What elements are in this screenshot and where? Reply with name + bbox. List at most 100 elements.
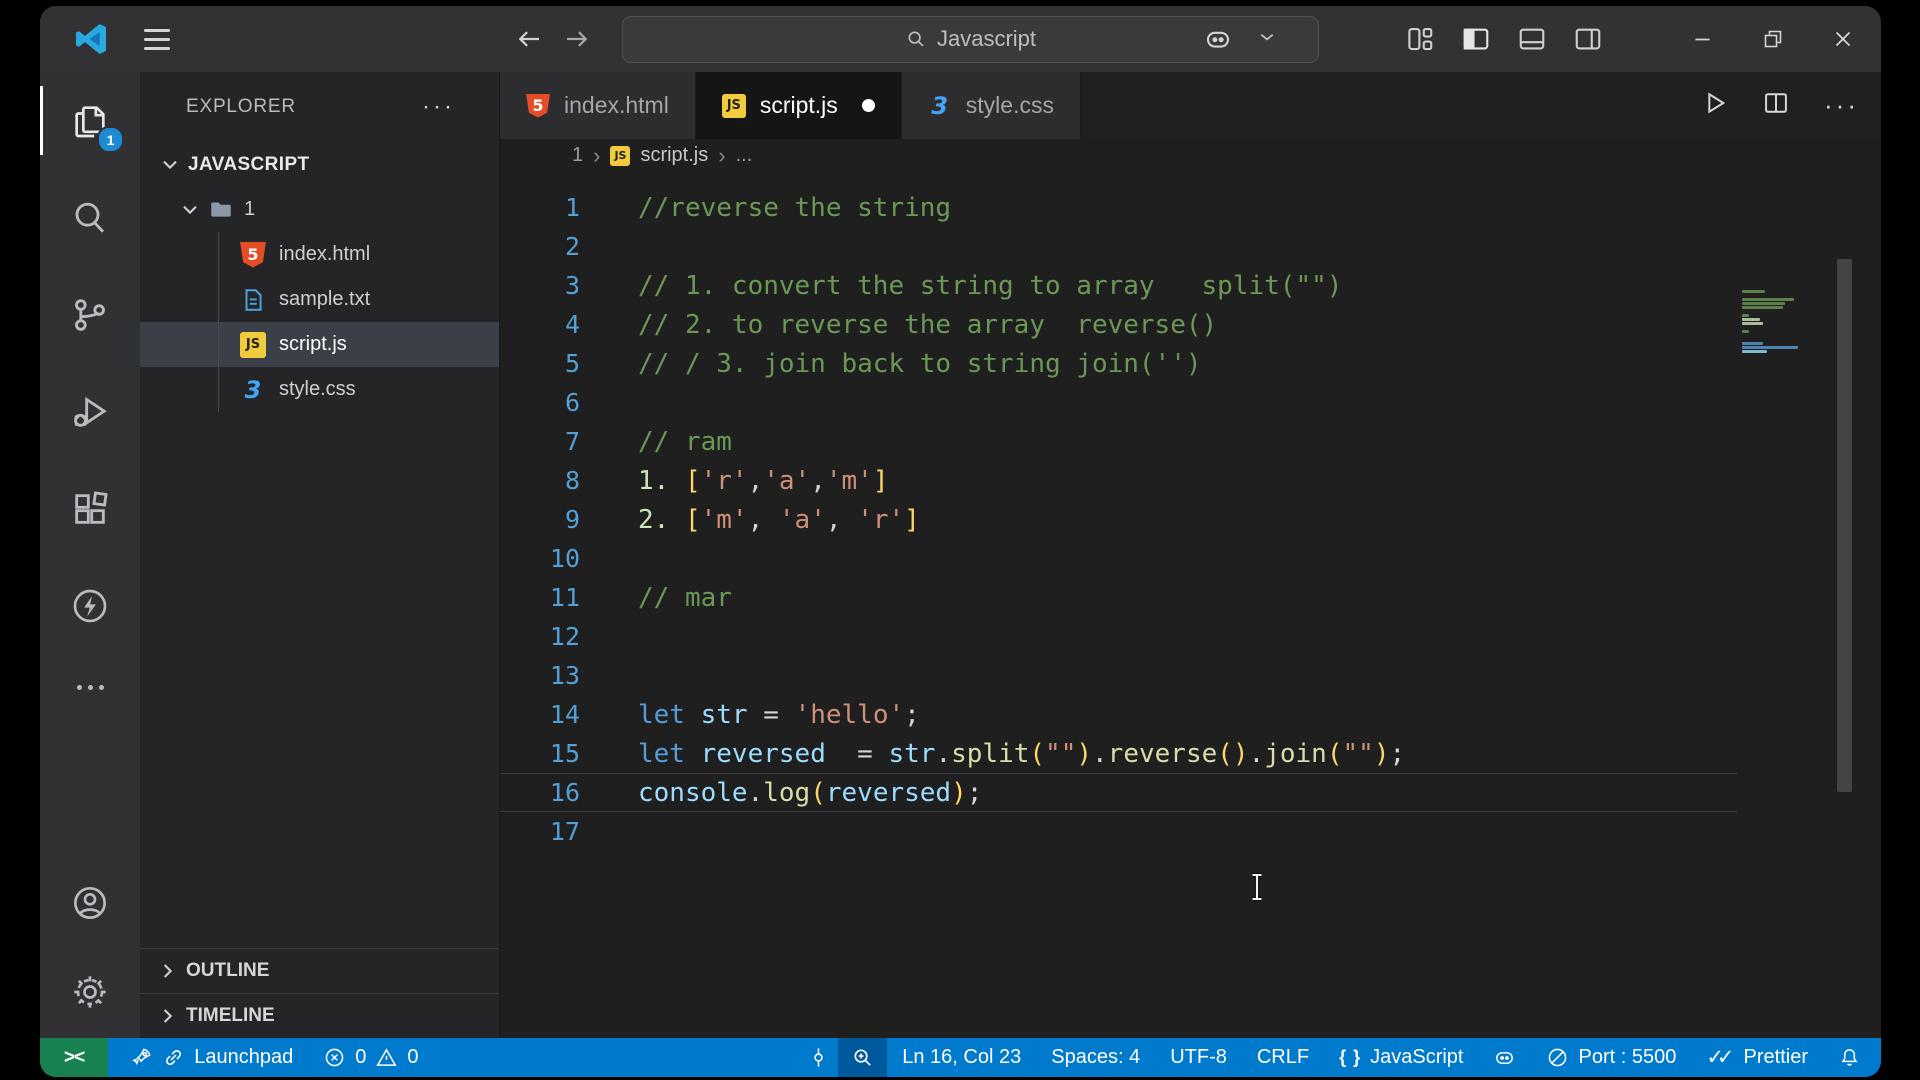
account-icon[interactable] (40, 860, 140, 946)
editor-scrollbar[interactable] (1837, 259, 1852, 792)
title-bar: Javascript (40, 6, 1881, 72)
breadcrumb-separator: › (593, 142, 601, 168)
search-icon (908, 31, 924, 47)
sidebar-more-icon[interactable]: ··· (422, 95, 455, 119)
code-line-9[interactable]: 9 2. ['m', 'a', 'r'] (500, 500, 1737, 539)
tab-script.js[interactable]: JS script.js (695, 72, 902, 139)
code-line-17[interactable]: 17 (500, 812, 1737, 851)
indent-guide (218, 232, 219, 412)
minimap[interactable] (1742, 290, 1840, 366)
code-text: console.log(reversed); (638, 777, 983, 808)
toggle-sidebar-left-icon[interactable] (1461, 24, 1491, 54)
live-server-port[interactable]: Port : 5500 (1531, 1038, 1691, 1077)
workspace-section[interactable]: JAVASCRIPT (140, 142, 499, 187)
source-control-icon[interactable] (40, 266, 140, 363)
code-line-6[interactable]: 6 (500, 383, 1737, 422)
restore-button[interactable] (1751, 17, 1795, 61)
prettier-status[interactable]: ✓✓ Prettier (1691, 1038, 1823, 1077)
line-number: 4 (564, 310, 580, 339)
code-text: // / 3. join back to string join('') (638, 348, 1202, 379)
code-line-16[interactable]: 16 console.log(reversed); (500, 773, 1737, 812)
file-sample.txt[interactable]: sample.txt (140, 277, 499, 322)
code-line-5[interactable]: 5 // / 3. join back to string join('') (500, 344, 1737, 383)
launchpad-item[interactable]: Launchpad (108, 1038, 308, 1077)
breadcrumb-tail[interactable]: ... (736, 144, 753, 167)
code-line-4[interactable]: 4 // 2. to reverse the array reverse() (500, 305, 1737, 344)
txt-icon (245, 288, 262, 311)
code-line-13[interactable]: 13 (500, 656, 1737, 695)
cursor-position[interactable]: Ln 16, Col 23 (887, 1038, 1036, 1077)
tab-label: style.css (965, 92, 1054, 118)
commit-indicator-icon[interactable] (792, 1038, 838, 1077)
code-line-7[interactable]: 7 // ram (500, 422, 1737, 461)
code-editor[interactable]: 1 //reverse the string 2 3 // 1. convert the… (500, 172, 1881, 1038)
indentation[interactable]: Spaces: 4 (1036, 1038, 1155, 1077)
copilot-icon[interactable] (1203, 24, 1233, 54)
code-line-11[interactable]: 11 // mar (500, 578, 1737, 617)
toggle-sidebar-right-icon[interactable] (1573, 24, 1603, 54)
forward-icon[interactable] (560, 22, 594, 56)
toggle-panel-icon[interactable] (1517, 24, 1547, 54)
extensions-icon[interactable] (40, 460, 140, 557)
code-line-3[interactable]: 3 // 1. convert the string to array split… (500, 266, 1737, 305)
run-button[interactable] (1700, 89, 1728, 122)
file-style.css[interactable]: 3 style.css (140, 367, 499, 412)
tab-label: script.js (759, 92, 838, 118)
zoom-in-icon (854, 1049, 871, 1066)
split-editor-icon[interactable] (1762, 89, 1790, 122)
customize-layout-icon[interactable] (1405, 24, 1435, 54)
more-actions-icon[interactable] (40, 654, 140, 720)
code-line-8[interactable]: 8 1. ['r','a','m'] (500, 461, 1737, 500)
line-number: 14 (549, 700, 580, 729)
timeline-panel[interactable]: TIMELINE (140, 993, 499, 1038)
settings-gear-icon[interactable] (40, 946, 140, 1038)
code-line-10[interactable]: 10 (500, 539, 1737, 578)
language-mode[interactable]: { } JavaScript (1324, 1038, 1478, 1077)
line-number: 17 (549, 817, 580, 846)
code-line-2[interactable]: 2 (500, 227, 1737, 266)
search-panel-icon[interactable] (40, 169, 140, 266)
copilot-status-icon[interactable] (1478, 1038, 1531, 1077)
breadcrumb-file[interactable]: script.js (640, 144, 708, 167)
chevron-down-icon (183, 205, 197, 214)
folder-row[interactable]: 1 (140, 187, 499, 232)
code-line-14[interactable]: 14 let str = 'hello'; (500, 695, 1737, 734)
file-script.js[interactable]: JS script.js (140, 322, 499, 367)
outline-panel[interactable]: OUTLINE (140, 948, 499, 993)
zoom-indicator[interactable] (838, 1038, 888, 1077)
menu-icon[interactable] (144, 28, 170, 50)
line-number: 15 (549, 739, 580, 768)
css-icon: 3 (244, 375, 262, 404)
tab-style.css[interactable]: 3 style.css (901, 72, 1081, 139)
remote-indicator[interactable]: >< (40, 1038, 109, 1077)
encoding[interactable]: UTF-8 (1155, 1038, 1242, 1077)
close-button[interactable] (1821, 17, 1865, 61)
vscode-logo-icon (75, 23, 107, 55)
error-count: 0 (355, 1046, 367, 1068)
chevron-right-icon (163, 964, 173, 978)
back-icon[interactable] (512, 22, 546, 56)
tab-index.html[interactable]: 5 index.html (500, 72, 696, 139)
explorer-icon[interactable]: 1 (40, 72, 140, 169)
line-number: 7 (564, 427, 580, 456)
file-index.html[interactable]: 5 index.html (140, 232, 499, 277)
file-name: index.html (279, 243, 371, 265)
search-text: Javascript (936, 26, 1037, 51)
thunder-icon[interactable] (40, 557, 140, 654)
notifications-bell-icon[interactable] (1823, 1038, 1881, 1077)
js-icon: JS (240, 331, 266, 358)
problems-item[interactable]: 0 0 (308, 1038, 433, 1077)
code-line-12[interactable]: 12 (500, 617, 1737, 656)
editor-more-icon[interactable]: ··· (1824, 90, 1859, 121)
breadcrumb-folder[interactable]: 1 (572, 144, 583, 167)
run-debug-icon[interactable] (40, 363, 140, 460)
code-line-1[interactable]: 1 //reverse the string (500, 188, 1737, 227)
braces-icon: { } (1339, 1047, 1362, 1067)
js-icon: JS (610, 145, 631, 166)
code-line-15[interactable]: 15 let reversed = str.split("").reverse()… (500, 734, 1737, 773)
eol-sequence[interactable]: CRLF (1242, 1038, 1324, 1077)
code-text: 1. ['r','a','m'] (638, 465, 889, 496)
chevron-down-icon[interactable] (1259, 30, 1275, 48)
chevron-down-icon (163, 160, 177, 169)
minimize-button[interactable] (1681, 17, 1725, 61)
